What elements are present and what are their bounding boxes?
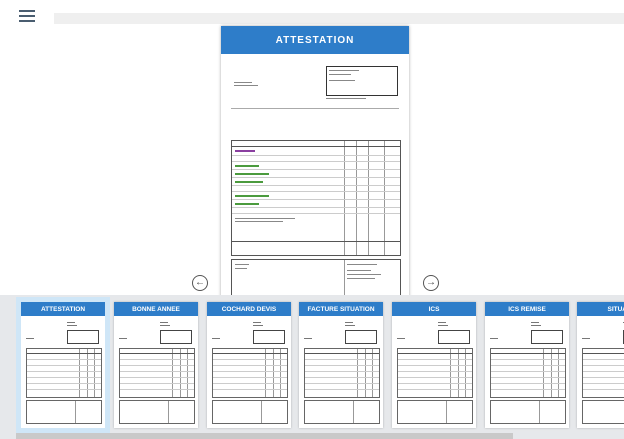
preview-title: ATTESTATION (221, 26, 409, 54)
hamburger-menu-icon[interactable] (19, 10, 35, 24)
preview-table (231, 140, 401, 256)
template-label: ICS REMISE (485, 302, 569, 316)
template-thumb-attestation[interactable]: ATTESTATION (16, 297, 110, 433)
carousel-scrollbar[interactable] (16, 433, 513, 439)
template-label: ICS (392, 302, 476, 316)
document-preview: ATTESTATION (221, 26, 409, 298)
preview-page-content (231, 62, 401, 296)
template-carousel: ATTESTATION BONNE ANNEE COCHARD DEVIS FA… (0, 295, 624, 439)
template-thumb-facture-situation[interactable]: FACTURE SITUATION (299, 302, 383, 428)
top-bar (0, 0, 624, 26)
template-thumb-situat[interactable]: SITUAT (577, 302, 624, 428)
template-label: SITUAT (577, 302, 624, 316)
top-bar-strip (54, 13, 624, 24)
template-thumb-ics-remise[interactable]: ICS REMISE (485, 302, 569, 428)
template-label: COCHARD DEVIS (207, 302, 291, 316)
template-thumb-cochard-devis[interactable]: COCHARD DEVIS (207, 302, 291, 428)
template-label: ATTESTATION (21, 302, 105, 316)
template-label: FACTURE SITUATION (299, 302, 383, 316)
arrow-right-circle-icon[interactable]: → (423, 275, 439, 291)
template-label: BONNE ANNEE (114, 302, 198, 316)
preview-footer-box (231, 259, 401, 296)
template-thumb-ics[interactable]: ICS (392, 302, 476, 428)
arrow-left-circle-icon[interactable]: ← (192, 275, 208, 291)
template-thumb-bonne-annee[interactable]: BONNE ANNEE (114, 302, 198, 428)
